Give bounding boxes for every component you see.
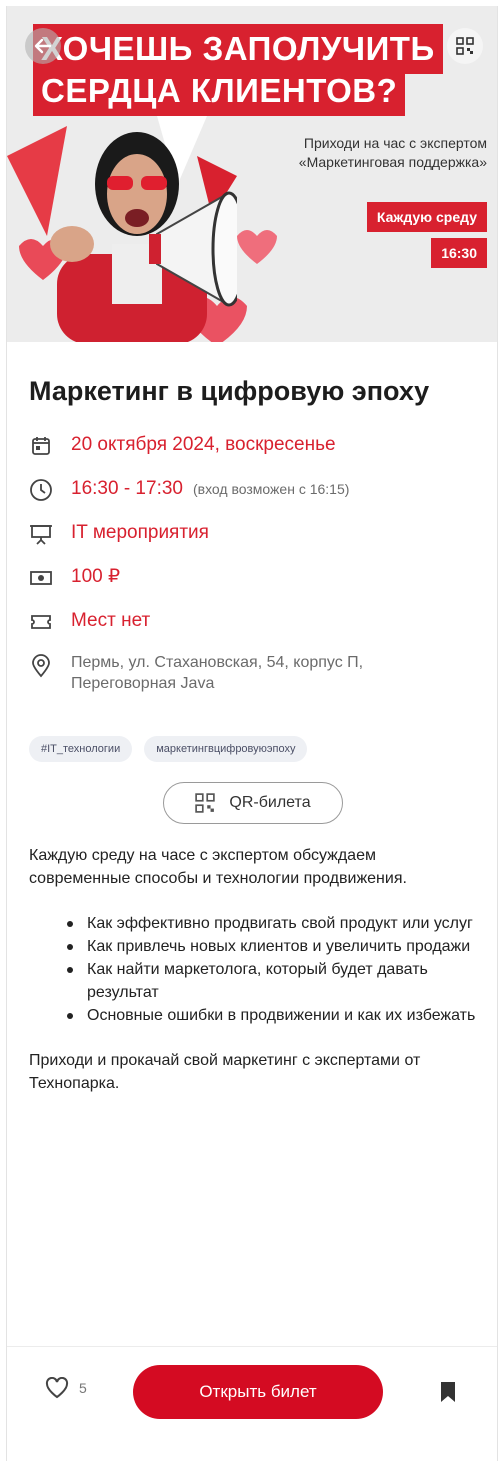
description-bullets: Как эффективно продвигать свой продукт и… bbox=[67, 912, 477, 1027]
like-count: 5 bbox=[79, 1380, 87, 1396]
event-date: 20 октября 2024, воскресенье bbox=[71, 434, 336, 455]
heart-icon bbox=[45, 1377, 69, 1399]
banknote-icon bbox=[29, 566, 53, 590]
banner-promo-text: Приходи на час с экспертом «Маркетингова… bbox=[299, 134, 487, 172]
event-category[interactable]: IT мероприятия bbox=[71, 520, 209, 546]
person-with-megaphone-illustration bbox=[50, 132, 237, 342]
event-details: Маркетинг в цифровую эпоху 20 октября 20… bbox=[7, 342, 497, 1095]
list-item: Основные ошибки в продвижении и как их и… bbox=[67, 1004, 477, 1027]
event-seats: Мест нет bbox=[71, 610, 151, 631]
event-date-row: 20 октября 2024, воскресенье bbox=[29, 432, 477, 458]
back-button[interactable] bbox=[25, 28, 61, 64]
event-price-row: 100 ₽ bbox=[29, 564, 477, 590]
qr-code-icon bbox=[456, 37, 474, 55]
banner-promo-line1: Приходи на час с экспертом bbox=[303, 135, 487, 151]
list-item: Как найти маркетолога, который будет дав… bbox=[67, 958, 477, 1004]
clock-icon bbox=[29, 478, 53, 502]
like-button[interactable]: 5 bbox=[45, 1377, 87, 1399]
event-title: Маркетинг в цифровую эпоху bbox=[29, 376, 430, 406]
list-item: Как привлечь новых клиентов и увеличить … bbox=[67, 935, 477, 958]
event-category-row: IT мероприятия bbox=[29, 520, 477, 546]
open-ticket-button[interactable]: Открыть билет bbox=[133, 1365, 383, 1419]
event-time-row: 16:30 - 17:30 (вход возможен с 16:15) bbox=[29, 476, 477, 502]
arrow-left-icon bbox=[34, 38, 52, 54]
qr-code-button[interactable] bbox=[447, 28, 483, 64]
ticket-icon bbox=[29, 610, 53, 634]
description-outro: Приходи и прокачай свой маркетинг с эксп… bbox=[29, 1052, 421, 1092]
entry-note: (вход возможен с 16:15) bbox=[192, 481, 350, 497]
event-address-line1: Пермь, ул. Стахановская, 54, корпус П, bbox=[71, 654, 364, 671]
presentation-board-icon bbox=[29, 522, 53, 546]
event-banner: ХОЧЕШЬ ЗАПОЛУЧИТЬ СЕРДЦА КЛИЕНТОВ? Прихо… bbox=[7, 6, 497, 342]
tag-it-technologies[interactable]: #IT_технологии bbox=[29, 736, 133, 762]
event-address-line2: Переговорная Java bbox=[71, 675, 215, 692]
tag-list: #IT_технологии маркетингвцифровуюэпоху bbox=[29, 736, 477, 762]
qr-ticket-button[interactable]: QR-билета bbox=[163, 782, 343, 824]
banner-badge-day: Каждую среду bbox=[366, 202, 487, 232]
tag-marketing[interactable]: маркетингвцифровуюэпоху bbox=[144, 736, 308, 762]
event-time: 16:30 - 17:30 bbox=[71, 478, 183, 499]
description-intro: Каждую среду на часе с экспертом обсужда… bbox=[29, 847, 407, 887]
banner-promo-line2: «Маркетинговая поддержка» bbox=[298, 154, 487, 170]
bookmark-button[interactable] bbox=[439, 1381, 457, 1408]
banner-headline-line2: СЕРДЦА КЛИЕНТОВ? bbox=[33, 66, 406, 116]
banner-badge-time: 16:30 bbox=[431, 238, 487, 268]
event-price: 100 ₽ bbox=[71, 566, 121, 587]
event-address-row: Пермь, ул. Стахановская, 54, корпус П, П… bbox=[29, 652, 477, 694]
qr-code-icon bbox=[195, 793, 216, 813]
event-address[interactable]: Пермь, ул. Стахановская, 54, корпус П, П… bbox=[71, 652, 363, 694]
list-item: Как эффективно продвигать свой продукт и… bbox=[67, 912, 477, 935]
qr-ticket-label: QR-билета bbox=[229, 794, 311, 811]
bookmark-icon bbox=[441, 1382, 455, 1402]
calendar-icon bbox=[29, 434, 53, 458]
event-seats-row: Мест нет bbox=[29, 608, 477, 634]
event-page: ХОЧЕШЬ ЗАПОЛУЧИТЬ СЕРДЦА КЛИЕНТОВ? Прихо… bbox=[6, 6, 498, 1461]
bottom-action-bar: 5 Открыть билет bbox=[7, 1346, 497, 1461]
location-pin-icon bbox=[29, 654, 53, 678]
event-description: Каждую среду на часе с экспертом обсужда… bbox=[29, 844, 477, 1095]
